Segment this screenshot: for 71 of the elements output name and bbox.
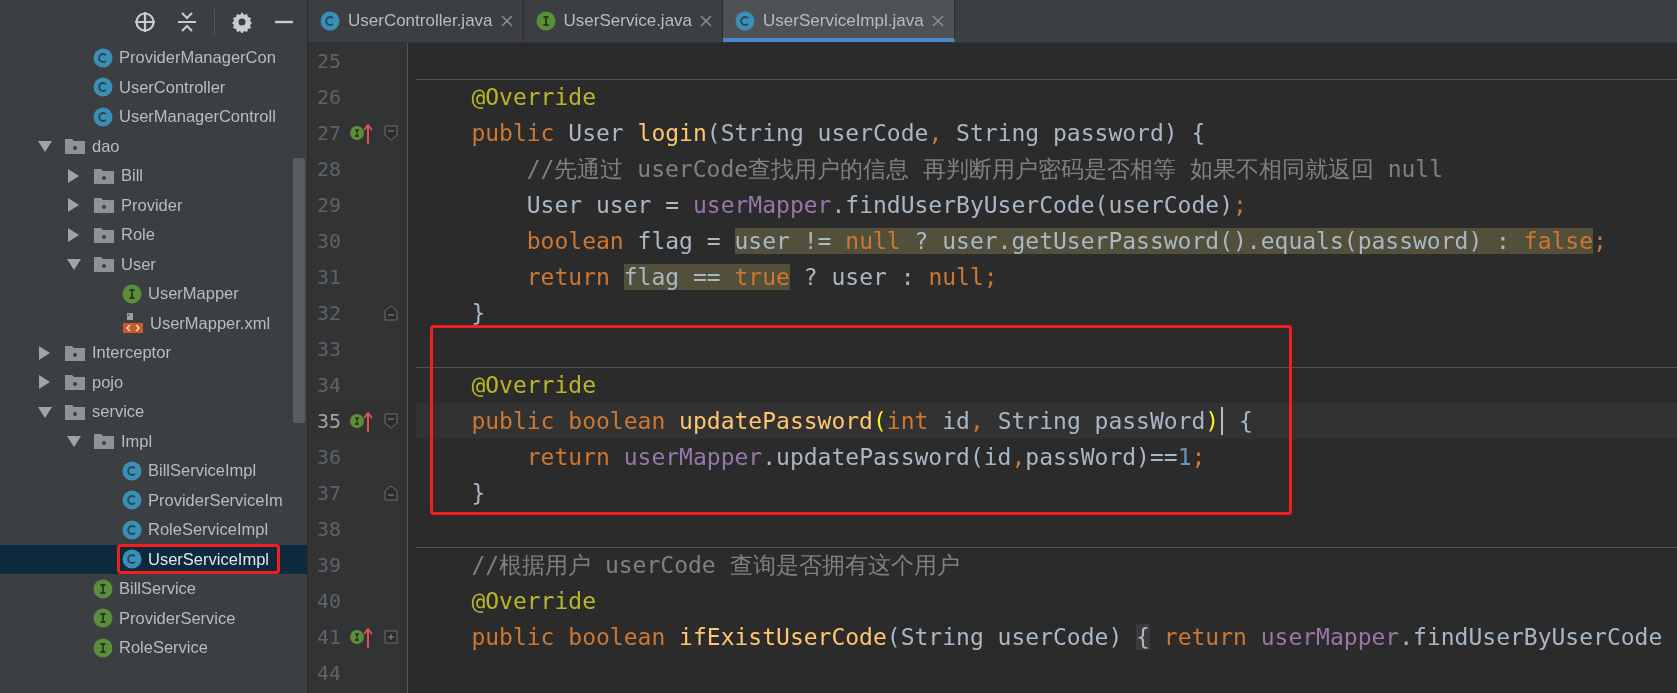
tree-item[interactable]: service	[0, 397, 307, 427]
class-icon	[735, 11, 756, 31]
tree-item[interactable]: pojo	[0, 367, 307, 397]
line-number: 35	[315, 409, 341, 433]
class-icon	[122, 519, 142, 540]
folder-icon	[93, 432, 115, 451]
collapse-all-icon[interactable]	[176, 10, 198, 33]
tree-item[interactable]: User	[0, 249, 307, 279]
code-line: }	[470, 479, 486, 508]
interface-icon	[93, 608, 113, 629]
code-line: return userMapper.updatePassword(id,passWord)==1;	[525, 443, 1206, 472]
interface-icon	[93, 637, 113, 658]
folder-icon	[93, 196, 115, 215]
tree-item[interactable]: ProviderService	[0, 603, 307, 633]
interface-icon	[535, 11, 556, 31]
tree-item[interactable]: UserMapper.xml	[0, 308, 307, 338]
tree-item[interactable]: Provider	[0, 190, 307, 220]
tree-item[interactable]: BillServiceImpl	[0, 456, 307, 486]
tree-item[interactable]: ProviderServiceIm	[0, 485, 307, 515]
close-icon	[500, 15, 513, 27]
class-icon	[93, 77, 113, 98]
editor-tab[interactable]: UserService.java	[523, 0, 724, 42]
class-icon	[320, 11, 340, 31]
tree-item[interactable]: RoleService	[0, 633, 307, 663]
tree-item[interactable]: Interceptor	[0, 338, 307, 368]
xml-file-icon	[122, 312, 144, 335]
tree-item[interactable]: UserServiceImpl	[0, 544, 307, 574]
class-icon	[122, 490, 142, 511]
folder-icon	[64, 402, 86, 421]
close-icon	[931, 15, 944, 27]
code-line: }	[470, 299, 486, 328]
code-line: @Override	[470, 587, 596, 616]
tree-item[interactable]: UserManagerControll	[0, 102, 307, 132]
code-line: @Override	[470, 371, 596, 400]
folder-icon	[93, 255, 115, 274]
tree-item[interactable]: UserMapper	[0, 279, 307, 309]
interface-icon	[93, 578, 113, 599]
editor-tab[interactable]: UserController.java	[308, 0, 524, 42]
text-cursor	[1221, 407, 1224, 435]
close-icon	[700, 15, 713, 27]
interface-icon	[122, 283, 142, 304]
settings-icon[interactable]	[231, 10, 253, 33]
tree-item[interactable]: Impl	[0, 426, 307, 456]
folder-icon	[64, 373, 86, 392]
tree-item[interactable]: Role	[0, 220, 307, 250]
code-line: public User login(String userCode, String password) {	[470, 119, 1206, 148]
code-line: @Override	[470, 83, 596, 112]
tree-item[interactable]: RoleServiceImpl	[0, 515, 307, 545]
folder-icon	[93, 166, 115, 185]
code-line: //根据用户 userCode 查询是否拥有这个用户	[470, 550, 960, 580]
code-line: //先通过 userCode查找用户的信息 再判断用户密码是否相等 如果不相同就返回 null	[525, 154, 1444, 184]
class-icon	[122, 549, 142, 570]
tree-item[interactable]: dao	[0, 131, 307, 161]
code-line: return flag == true ? user : null;	[525, 263, 998, 292]
folder-icon	[93, 225, 115, 244]
highlight-frame: UserServiceImpl	[117, 544, 281, 575]
scrollbar[interactable]	[293, 158, 305, 423]
code-line: public boolean updatePassword(int id, String passWord) {	[470, 406, 1253, 437]
tree-item[interactable]: BillService	[0, 574, 307, 604]
tree-item[interactable]: ProviderManagerCon	[0, 43, 307, 73]
folder-icon	[64, 137, 86, 156]
code-line: User user = userMapper.findUserByUserCode(userCode);	[525, 191, 1247, 220]
class-icon	[93, 47, 113, 68]
folder-icon	[64, 343, 86, 362]
editor-tab[interactable]: UserServiceImpl.java	[723, 0, 955, 42]
class-icon	[93, 106, 113, 127]
tree-item[interactable]: UserController	[0, 72, 307, 102]
locate-icon[interactable]	[134, 10, 156, 33]
class-icon	[122, 460, 142, 481]
code-line: public boolean ifExistUserCode(String userCode) { return userMapper.findUserByUserCode	[470, 623, 1663, 652]
tree-item[interactable]: Bill	[0, 161, 307, 191]
